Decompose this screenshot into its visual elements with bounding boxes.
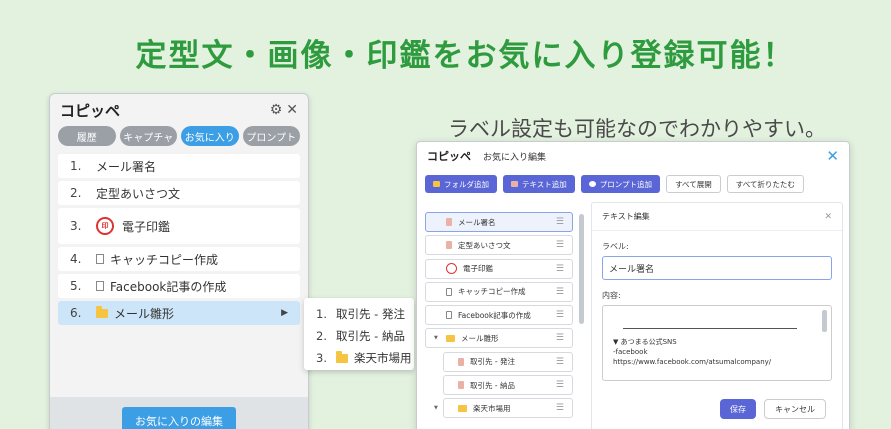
list-item[interactable]: 3. 印 電子印鑑 (58, 208, 300, 244)
submenu-item[interactable]: 2. 取引先 - 納品 (304, 325, 414, 347)
list-item[interactable]: 5. Facebook記事の作成 (58, 274, 300, 298)
item-label: 電子印鑑 (122, 219, 171, 234)
drag-handle-icon[interactable]: ☰ (556, 403, 564, 413)
label-caption: ラベル: (602, 242, 629, 251)
content-textarea[interactable]: ▼ あつまる公式SNS -facebook https://www.facebo… (602, 305, 832, 381)
item-label: Facebook記事の作成 (110, 279, 227, 294)
tree-folder[interactable]: ▼ メール雛形 ☰ (425, 328, 573, 349)
list-item[interactable]: 2. 定型あいさつ文 (58, 181, 300, 205)
document-icon (96, 281, 104, 291)
cancel-button[interactable]: キャンセル (764, 399, 826, 419)
tree-item[interactable]: メール署名 ☰ (425, 212, 573, 232)
favorites-list: 1. メール署名 2. 定型あいさつ文 3. 印 電子印鑑 4. キャッチコピー… (50, 146, 308, 325)
expand-all-button[interactable]: すべて展開 (666, 175, 721, 193)
tree-item[interactable]: 電子印鑑 ☰ (425, 258, 573, 279)
list-item[interactable]: 1. メール署名 (58, 154, 300, 178)
stamp-icon: 印 (96, 217, 114, 235)
divider-line (623, 328, 797, 329)
caret-down-icon[interactable]: ▼ (434, 405, 438, 411)
chat-icon (588, 181, 596, 187)
document-icon (458, 381, 464, 390)
close-icon[interactable]: ✕ (286, 102, 298, 118)
document-icon (458, 357, 464, 366)
document-icon (446, 218, 452, 226)
panel-title: テキスト編集 (602, 212, 650, 221)
document-icon (96, 254, 104, 264)
popup-footer: お気に入りの編集 (50, 397, 308, 429)
edit-favorites-button[interactable]: お気に入りの編集 (122, 407, 236, 429)
tree-folder[interactable]: ▼ 楽天市場用 ☰ (434, 398, 573, 419)
folder-icon (446, 334, 455, 342)
item-label: キャッチコピー作成 (110, 252, 219, 267)
tree-item[interactable]: キャッチコピー作成 ☰ (425, 281, 573, 302)
gear-icon[interactable]: ⚙ (270, 102, 283, 118)
save-button[interactable]: 保存 (720, 399, 756, 419)
tab-prompt[interactable]: プロンプト (242, 126, 300, 146)
favorites-editor-window: コピッペ お気に入り編集 ✕ フォルダ追加 テキスト追加 プロンプト追加 すべて… (416, 141, 850, 429)
document-icon (446, 241, 452, 250)
drag-handle-icon[interactable]: ☰ (556, 310, 564, 320)
add-text-button[interactable]: テキスト追加 (503, 175, 575, 193)
label-input[interactable]: メール署名 (602, 256, 832, 280)
tree-scrollbar[interactable] (579, 214, 584, 324)
content-caption: 内容: (602, 291, 621, 300)
popup-tabs: 履歴 キャプチャ お気に入り プロンプト (50, 126, 308, 146)
close-icon[interactable]: ✕ (824, 212, 832, 222)
editor-title: お気に入り編集 (483, 152, 547, 163)
list-item-folder[interactable]: 6. メール雛形 ▶ (58, 301, 300, 325)
item-label: メール雛形 (114, 306, 175, 321)
headline: 定型文・画像・印鑑をお気に入り登録可能！ (135, 38, 796, 74)
editor-logo: コピッペ (427, 150, 471, 163)
document-icon (511, 181, 518, 187)
drag-handle-icon[interactable]: ☰ (556, 240, 564, 250)
tree-item[interactable]: 定型あいさつ文 ☰ (425, 235, 573, 256)
textarea-scrollbar[interactable] (822, 310, 827, 332)
folder-submenu: 1. 取引先 - 発注 2. 取引先 - 納品 3. 楽天市場用 (304, 298, 414, 370)
tree-item[interactable]: 取引先 - 納品 ☰ (443, 375, 573, 396)
tab-history[interactable]: 履歴 (58, 126, 116, 146)
add-folder-button[interactable]: フォルダ追加 (425, 175, 497, 193)
document-icon (446, 311, 452, 320)
subheadline: ラベル設定も可能なのでわかりやすい。 (448, 117, 826, 141)
editor-toolbar: フォルダ追加 テキスト追加 プロンプト追加 すべて展開 すべて折りたたむ (417, 170, 849, 200)
editor-body: メール署名 ☰ 定型あいさつ文 ☰ 電子印鑑 ☰ キャッチコピー作成 ☰ Faceboo… (417, 202, 849, 429)
folder-icon (433, 181, 440, 187)
tab-favorites[interactable]: お気に入り (181, 126, 239, 146)
drag-handle-icon[interactable]: ☰ (556, 380, 564, 390)
item-label: メール署名 (96, 159, 157, 174)
popup-title: コピッペ (60, 101, 121, 120)
stamp-icon (446, 263, 457, 275)
drag-handle-icon[interactable]: ☰ (556, 333, 564, 343)
copippe-popup: コピッペ ⚙ ✕ 履歴 キャプチャ お気に入り プロンプト 1. メール署名 2… (49, 93, 309, 429)
drag-handle-icon[interactable]: ☰ (556, 217, 564, 227)
tree-item[interactable]: 取引先 - 発注 ☰ (443, 351, 573, 372)
favorites-tree: メール署名 ☰ 定型あいさつ文 ☰ 電子印鑑 ☰ キャッチコピー作成 ☰ Faceboo… (425, 212, 573, 422)
tree-item[interactable]: Facebook記事の作成 ☰ (425, 305, 573, 326)
submenu-item[interactable]: 1. 取引先 - 発注 (304, 303, 414, 325)
submenu-arrow-icon: ▶ (281, 308, 288, 318)
text-edit-panel: テキスト編集 ✕ ラベル: メール署名 内容: ▼ あつまる公式SNS -fac… (591, 202, 843, 429)
folder-icon (458, 404, 467, 412)
folder-icon (96, 305, 108, 318)
drag-handle-icon[interactable]: ☰ (556, 357, 564, 367)
collapse-all-button[interactable]: すべて折りたたむ (726, 175, 804, 193)
editor-header: コピッペ お気に入り編集 ✕ (417, 142, 849, 170)
panel-header: テキスト編集 ✕ (592, 203, 842, 231)
document-icon (446, 287, 452, 296)
caret-down-icon[interactable]: ▼ (434, 335, 438, 341)
close-icon[interactable]: ✕ (826, 147, 839, 165)
drag-handle-icon[interactable]: ☰ (556, 264, 564, 274)
folder-icon (336, 350, 348, 363)
list-item[interactable]: 4. キャッチコピー作成 (58, 247, 300, 271)
tab-capture[interactable]: キャプチャ (119, 126, 177, 146)
add-prompt-button[interactable]: プロンプト追加 (580, 175, 661, 193)
item-label: 定型あいさつ文 (96, 186, 181, 201)
drag-handle-icon[interactable]: ☰ (556, 287, 564, 297)
submenu-item[interactable]: 3. 楽天市場用 (304, 347, 414, 369)
popup-header: コピッペ ⚙ ✕ (50, 94, 308, 126)
